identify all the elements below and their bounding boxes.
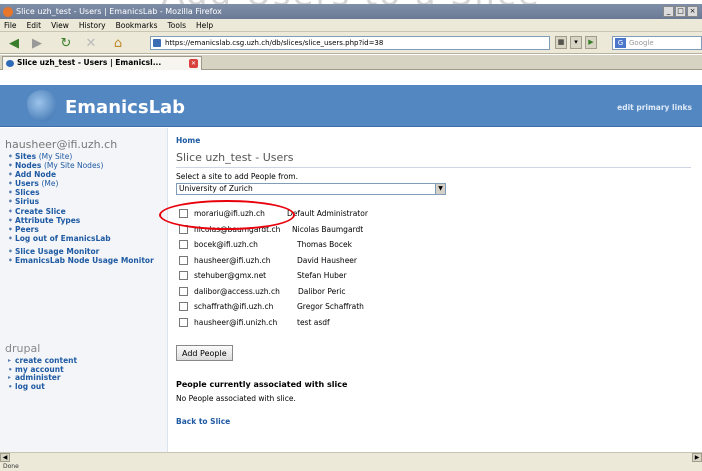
tab-title: Slice uzh_test - Users | Emanicsl...: [17, 58, 162, 67]
horizontal-scrollbar[interactable]: ◀ ▶: [0, 452, 702, 462]
window-title: Slice uzh_test - Users | EmanicsLab - Mo…: [16, 7, 222, 16]
page-title: Slice uzh_test - Users: [176, 151, 294, 164]
sidebar-item-add-node[interactable]: Add Node: [8, 170, 158, 179]
drupal-nav: create content my account administer log…: [8, 356, 77, 392]
reload-icon[interactable]: ↻: [56, 35, 76, 51]
menu-edit[interactable]: Edit: [27, 21, 42, 30]
sidebar-item-slice-usage-monitor[interactable]: Slice Usage Monitor: [8, 247, 158, 256]
site-select-value: University of Zurich: [179, 184, 253, 193]
person-name: test asdf: [297, 317, 330, 327]
dropdown-icon[interactable]: ▾: [570, 36, 582, 49]
menu-help[interactable]: Help: [196, 21, 213, 30]
google-icon[interactable]: G: [615, 38, 626, 48]
sidebar-username: hausheer@ifi.uzh.ch: [5, 138, 118, 151]
search-placeholder: Google: [629, 39, 654, 47]
site-name[interactable]: EmanicsLab: [65, 97, 185, 118]
close-window-button[interactable]: ×: [687, 6, 698, 17]
sidebar-item-logout[interactable]: Log out of EmanicsLab: [8, 234, 158, 243]
feed-icon[interactable]: ▦: [555, 36, 567, 49]
home-icon[interactable]: ⌂: [108, 35, 128, 51]
sidebar-item-sirius[interactable]: Sirius: [8, 197, 158, 206]
person-email: morariu@ifi.uzh.ch: [194, 209, 265, 218]
menu-file[interactable]: File: [4, 21, 17, 30]
person-email: nicolas@baumgardt.ch: [194, 224, 281, 234]
status-text: Done: [3, 463, 19, 470]
scroll-left-icon[interactable]: ◀: [0, 453, 10, 462]
search-input[interactable]: G Google: [612, 36, 702, 50]
sidebar-item-peers[interactable]: Peers: [8, 225, 158, 234]
person-name: Thomas Bocek: [297, 240, 352, 249]
window-titlebar: Slice uzh_test - Users | EmanicsLab - Mo…: [0, 4, 702, 19]
drupal-logo-icon[interactable]: [27, 90, 57, 122]
maximize-button[interactable]: □: [675, 6, 686, 17]
sidebar-item-sites[interactable]: Sites (My Site): [8, 152, 158, 161]
tab-bar: Slice uzh_test - Users | Emanicsl... ✕: [0, 55, 702, 70]
sidebar-item-nodes[interactable]: Nodes (My Site Nodes): [8, 161, 158, 170]
associated-people-heading: People currently associated with slice: [176, 380, 348, 389]
minimize-button[interactable]: _: [663, 6, 674, 17]
breadcrumb-home[interactable]: Home: [176, 136, 200, 145]
person-name: Gregor Schaffrath: [297, 302, 364, 311]
person-email: hausheer@ifi.unizh.ch: [194, 317, 278, 327]
site-identity-icon[interactable]: [153, 39, 161, 47]
sidebar-item-slices[interactable]: Slices: [8, 188, 158, 197]
menu-view[interactable]: View: [51, 21, 69, 30]
firefox-icon: [3, 7, 13, 17]
add-people-button[interactable]: Add People: [176, 345, 233, 361]
person-checkbox[interactable]: [179, 240, 188, 249]
person-checkbox[interactable]: [179, 302, 188, 311]
edit-primary-links-link[interactable]: edit primary links: [617, 103, 692, 112]
person-name: Nicolas Baumgardt: [292, 224, 364, 234]
associated-people-empty: No People associated with slice.: [176, 394, 296, 403]
menu-history[interactable]: History: [79, 21, 106, 30]
sidebar-item-attribute-types[interactable]: Attribute Types: [8, 216, 158, 225]
person-email: stehuber@gmx.net: [194, 271, 267, 280]
sidebar: hausheer@ifi.uzh.ch Sites (My Site) Node…: [0, 128, 168, 452]
drupal-heading: drupal: [5, 342, 41, 355]
site-header: EmanicsLab edit primary links: [0, 85, 702, 127]
chevron-down-icon[interactable]: ▼: [435, 184, 445, 194]
go-icon[interactable]: ▶: [585, 36, 597, 49]
title-divider: [176, 167, 691, 168]
person-checkbox[interactable]: [179, 286, 188, 296]
person-checkbox[interactable]: [179, 317, 188, 327]
site-select[interactable]: University of Zurich ▼: [176, 183, 446, 195]
person-name: Default Administrator: [287, 209, 368, 218]
person-email: bocek@ifi.uzh.ch: [194, 240, 258, 249]
main-content: Home Slice uzh_test - Users Select a sit…: [176, 128, 696, 452]
menu-bar: File Edit View History Bookmarks Tools H…: [0, 19, 702, 32]
back-to-slice-link[interactable]: Back to Slice: [176, 417, 230, 426]
person-checkbox[interactable]: [179, 271, 188, 280]
navigation-toolbar: ◀ ▶ ↻ ✕ ⌂ https://emanicslab.csg.uzh.ch/…: [0, 32, 702, 54]
scroll-right-icon[interactable]: ▶: [692, 453, 702, 462]
tab-slice-users[interactable]: Slice uzh_test - Users | Emanicsl... ✕: [2, 56, 202, 70]
person-checkbox[interactable]: [179, 224, 188, 234]
drupal-item-log-out[interactable]: log out: [8, 382, 77, 392]
site-select-label: Select a site to add People from.: [176, 172, 298, 181]
back-icon[interactable]: ◀: [4, 35, 24, 51]
forward-icon[interactable]: ▶: [28, 35, 46, 51]
person-name: Dalibor Peric: [298, 286, 346, 296]
menu-bookmarks[interactable]: Bookmarks: [116, 21, 158, 30]
status-bar: Done: [0, 462, 702, 471]
person-checkbox[interactable]: [179, 255, 188, 265]
person-email: hausheer@ifi.uzh.ch: [194, 255, 271, 265]
menu-tools[interactable]: Tools: [168, 21, 186, 30]
person-checkbox[interactable]: [179, 209, 188, 218]
sidebar-item-create-slice[interactable]: Create Slice: [8, 207, 158, 216]
drupal-favicon-icon: [6, 60, 14, 67]
person-name: David Hausheer: [297, 255, 357, 265]
close-tab-icon[interactable]: ✕: [189, 59, 198, 68]
sidebar-item-users[interactable]: Users (Me): [8, 179, 158, 188]
sidebar-nav: Sites (My Site) Nodes (My Site Nodes) Ad…: [8, 152, 158, 265]
person-email: schaffrath@ifi.uzh.ch: [194, 302, 274, 311]
sidebar-item-node-usage-monitor[interactable]: EmanicsLab Node Usage Monitor: [8, 256, 158, 265]
url-input[interactable]: https://emanicslab.csg.uzh.ch/db/slices/…: [150, 36, 550, 50]
person-name: Stefan Huber: [297, 271, 347, 280]
url-text: https://emanicslab.csg.uzh.ch/db/slices/…: [165, 39, 384, 47]
stop-icon[interactable]: ✕: [82, 35, 100, 51]
person-email: dalibor@access.uzh.ch: [194, 286, 280, 296]
